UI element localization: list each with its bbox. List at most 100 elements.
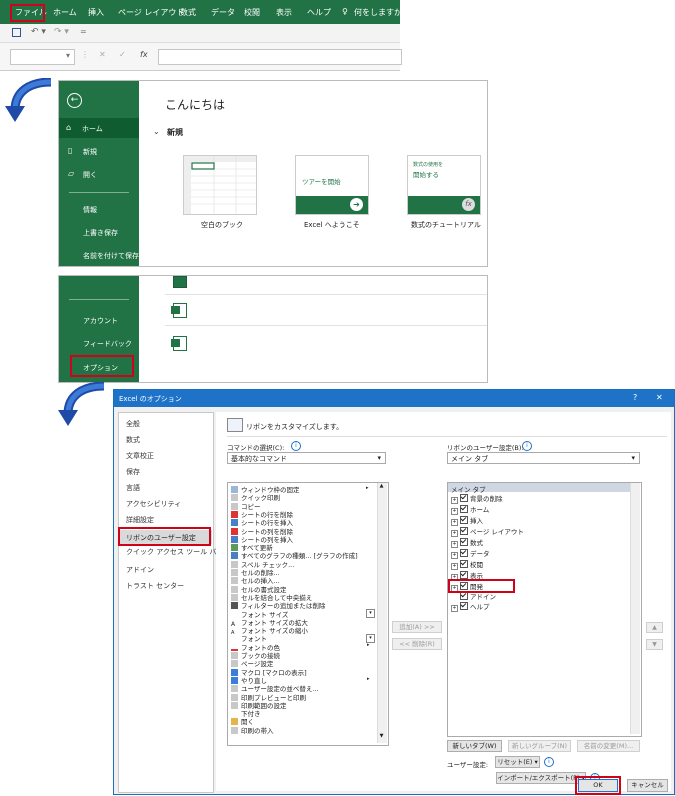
info-icon[interactable]: i: [544, 757, 554, 767]
recent-file-row[interactable]: [165, 295, 487, 326]
nav-formulas[interactable]: 数式: [126, 435, 140, 445]
user-settings-label: ユーザー設定:: [447, 761, 489, 769]
tab-home[interactable]: ホーム: [53, 7, 77, 18]
home-icon: ⌂: [66, 123, 72, 132]
nav-home-selected[interactable]: ⌂ ホーム: [59, 118, 139, 138]
tell-me-box[interactable]: 何をしますか: [354, 7, 402, 18]
dialog-title-bar: Excel のオプション ? ✕: [114, 390, 674, 407]
commands-dropdown[interactable]: 基本的なコマンド ▾: [227, 452, 386, 464]
ribbon-tab-item[interactable]: ヘルプ: [470, 603, 490, 611]
nav-quick-access-toolbar[interactable]: クイック アクセス ツール バー: [126, 547, 223, 557]
submenu-arrow-icon: ▸: [367, 642, 370, 648]
blank-workbook-thumbnail[interactable]: [183, 155, 257, 215]
enter-icon[interactable]: ✓: [119, 50, 126, 59]
close-button[interactable]: ✕: [656, 393, 663, 402]
tab-help[interactable]: ヘルプ: [307, 7, 331, 18]
save-icon[interactable]: [12, 28, 21, 37]
welcome-template-thumbnail[interactable]: ツアーを開始 ➔: [295, 155, 369, 215]
reset-button[interactable]: リセット(E) ▾: [495, 756, 540, 768]
import-export-button[interactable]: インポート/エクスポート(P) ▾: [496, 772, 586, 784]
nav-language[interactable]: 言語: [126, 483, 140, 493]
tab-page-layout[interactable]: ページ レイアウト: [118, 7, 184, 18]
scroll-up-icon[interactable]: ▲: [377, 483, 386, 491]
chevron-down-icon[interactable]: ⌄: [153, 127, 160, 136]
nav-trust-center[interactable]: トラスト センター: [126, 581, 184, 591]
move-up-button[interactable]: ▲: [646, 622, 663, 633]
new-group-button[interactable]: 新しいグループ(N): [508, 740, 571, 752]
open-folder-icon[interactable]: ▱: [68, 169, 74, 178]
customize-qat-icon[interactable]: =: [80, 27, 87, 36]
nav-account[interactable]: アカウント: [83, 316, 118, 326]
redo-icon[interactable]: ↷ ▾: [54, 27, 69, 37]
nav-open[interactable]: 開く: [83, 170, 97, 180]
formula-tutorial-small-text: 数式の使用を: [413, 162, 444, 168]
info-icon[interactable]: i: [522, 441, 532, 451]
commands-list[interactable]: ▲ ▼ ウィンドウ枠の固定 クイック印刷 コピー シートの行を削除 シートの行を…: [227, 482, 389, 746]
info-icon[interactable]: i: [291, 441, 301, 451]
submenu-arrow-icon: ▸: [366, 485, 369, 491]
ribbon-tab-item[interactable]: ホーム: [470, 506, 489, 514]
nav-new[interactable]: 新規: [83, 147, 97, 157]
nav-info[interactable]: 情報: [83, 205, 97, 215]
ribbon-tab-item[interactable]: 校閲: [470, 561, 483, 569]
nav-proofing[interactable]: 文章校正: [126, 451, 154, 461]
ribbon-dropdown-value: メイン タブ: [451, 455, 489, 463]
tab-review[interactable]: 校閲: [244, 7, 260, 18]
tree-scrollbar[interactable]: [630, 483, 640, 734]
tab-formulas[interactable]: 数式: [180, 7, 196, 18]
ribbon-tabs-tree[interactable]: メイン タブ + 背景の削除 + ホーム + 挿入 + ページ レイアウト + 数式 + デ…: [447, 482, 642, 737]
chevron-down-icon: ▾: [631, 454, 635, 462]
tab-insert[interactable]: 挿入: [88, 7, 104, 18]
arrow-right-icon: ➔: [350, 198, 363, 211]
tab-data[interactable]: データ: [211, 7, 235, 18]
nav-save[interactable]: 上書き保存: [83, 228, 118, 238]
ribbon-tab-item[interactable]: データ: [470, 550, 490, 558]
nav-accessibility[interactable]: アクセシビリティ: [126, 499, 181, 509]
excel-file-icon-badge: [171, 306, 180, 314]
commands-scrollbar[interactable]: [377, 483, 387, 743]
tab-view[interactable]: 表示: [276, 7, 292, 18]
insert-function-icon[interactable]: fx: [140, 50, 148, 59]
nav-home-label: ホーム: [82, 125, 103, 133]
commands-dropdown-value: 基本的なコマンド: [231, 455, 287, 463]
cancel-icon[interactable]: ✕: [99, 50, 106, 59]
recent-file-row[interactable]: [165, 276, 487, 295]
command-item[interactable]: 印刷の帯入: [241, 727, 274, 735]
remove-button[interactable]: << 削除(R): [392, 638, 442, 650]
recent-file-row[interactable]: [165, 326, 487, 360]
nav-divider: [69, 299, 129, 300]
options-nav-pane: 全般 数式 文章校正 保存 言語 アクセシビリティ 詳細設定 リボンのユーザー設…: [118, 412, 223, 793]
rename-button[interactable]: 名前の変更(M)...: [577, 740, 640, 752]
formula-tutorial-thumbnail[interactable]: 数式の使用を 開始する fx: [407, 155, 481, 215]
formula-input[interactable]: [158, 49, 402, 65]
ribbon-tab-item[interactable]: 挿入: [470, 517, 483, 525]
welcome-template-text: ツアーを開始: [302, 178, 341, 186]
nav-save[interactable]: 保存: [126, 467, 140, 477]
tree-header-selected[interactable]: メイン タブ: [448, 483, 630, 494]
ribbon-dropdown[interactable]: メイン タブ ▾: [447, 452, 640, 464]
add-button[interactable]: 追加(A) >>: [392, 621, 442, 633]
nav-general[interactable]: 全般: [126, 419, 140, 429]
move-down-button[interactable]: ▼: [646, 639, 663, 650]
ribbon-tab-item[interactable]: アドイン: [470, 593, 496, 601]
new-doc-icon[interactable]: ▯: [68, 146, 72, 155]
cancel-button[interactable]: キャンセル: [627, 779, 668, 792]
nav-divider: [69, 192, 129, 193]
excel-file-icon-badge: [171, 339, 180, 347]
customize-ribbon-highlight: [118, 527, 211, 546]
nav-save-as[interactable]: 名前を付けて保存: [83, 251, 139, 261]
chevron-down-icon[interactable]: ▾: [66, 51, 70, 60]
nav-addins[interactable]: アドイン: [126, 565, 154, 575]
ok-highlight: [575, 776, 621, 795]
undo-icon[interactable]: ↶ ▾: [31, 27, 46, 37]
nav-feedback[interactable]: フィードバック: [83, 339, 132, 349]
scroll-down-icon[interactable]: ▼: [377, 733, 386, 741]
back-arrow-icon[interactable]: ←: [67, 93, 82, 108]
new-tab-button[interactable]: 新しいタブ(W): [447, 740, 502, 752]
help-button[interactable]: ?: [633, 393, 637, 402]
developer-highlight: [448, 579, 515, 593]
nav-advanced[interactable]: 詳細設定: [126, 515, 154, 525]
ribbon-tab-item[interactable]: 背景の削除: [470, 495, 503, 503]
ribbon-tab-item[interactable]: 数式: [470, 539, 483, 547]
ribbon-tab-item[interactable]: ページ レイアウト: [470, 528, 524, 536]
